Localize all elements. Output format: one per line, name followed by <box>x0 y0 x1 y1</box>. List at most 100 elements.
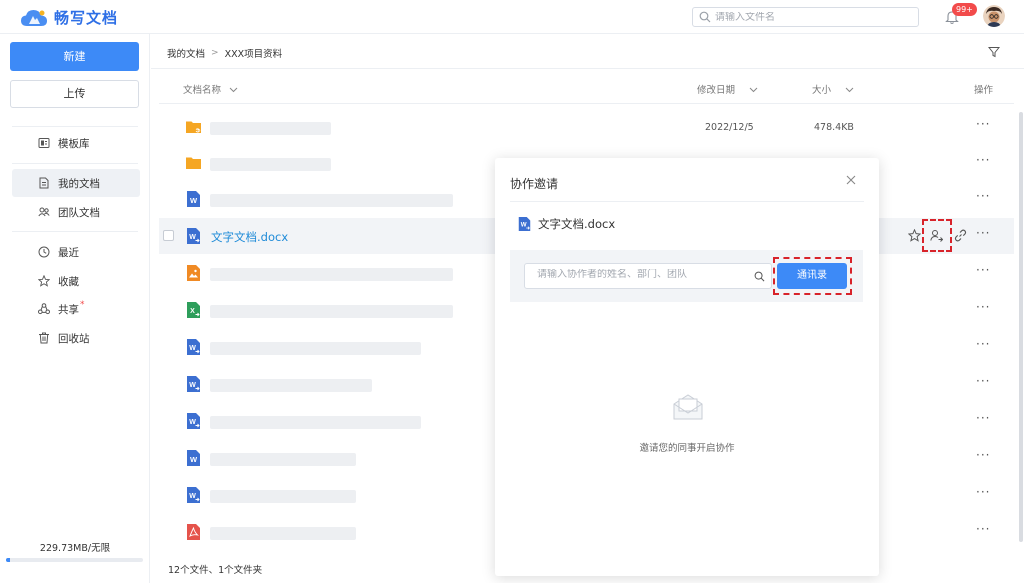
collaboration-invite-dialog: 协作邀请 W 文字文档.docx 通讯录 邀请您的同事开启协作 <box>495 158 879 576</box>
share-icon <box>38 303 50 315</box>
sidebar-item-label: 我的文档 <box>58 177 100 190</box>
sidebar-item-recent[interactable]: 最近 <box>12 238 140 266</box>
file-name-placeholder <box>210 527 356 540</box>
column-header-size[interactable]: 大小 <box>812 82 854 96</box>
more-actions-button[interactable]: ··· <box>976 300 990 314</box>
sidebar-item-favorites[interactable]: 收藏 <box>12 267 140 295</box>
collaborator-search-input[interactable] <box>537 269 737 280</box>
file-name-link[interactable]: 文字文档.docx <box>211 229 288 245</box>
envelope-icon <box>673 394 703 420</box>
sidebar-item-label: 共享 <box>58 303 79 316</box>
file-name-placeholder <box>210 490 356 503</box>
app-name: 畅写文档 <box>54 9 119 27</box>
collaborator-search-box[interactable] <box>524 263 772 289</box>
image-file-icon <box>187 265 200 281</box>
excel-file-shared-icon: X <box>187 302 200 318</box>
header-divider <box>151 68 1024 69</box>
sidebar-divider <box>12 231 138 232</box>
invite-file-name: 文字文档.docx <box>538 217 616 231</box>
word-file-shared-icon: W <box>187 376 200 392</box>
more-actions-button[interactable]: ··· <box>976 337 990 351</box>
word-file-shared-icon: W <box>187 413 200 429</box>
column-header-name[interactable]: 文档名称 <box>183 82 238 96</box>
more-actions-button[interactable]: ··· <box>976 522 990 536</box>
upload-button[interactable]: 上传 <box>10 80 139 108</box>
file-size: 478.4KB <box>814 122 854 133</box>
more-actions-button[interactable]: ··· <box>976 263 990 277</box>
sidebar-item-shared[interactable]: 共享 * <box>12 295 140 323</box>
file-count-summary: 12个文件、1个文件夹 <box>168 565 263 576</box>
link-icon[interactable] <box>954 229 967 242</box>
star-icon[interactable] <box>908 229 921 242</box>
more-actions-button[interactable]: ··· <box>976 189 990 203</box>
word-file-icon: W <box>187 450 200 466</box>
more-actions-button[interactable]: ··· <box>976 448 990 462</box>
breadcrumb-item-current: XXX项目资料 <box>224 49 283 60</box>
new-button[interactable]: 新建 <box>10 42 139 71</box>
team-icon <box>38 207 50 217</box>
avatar[interactable] <box>983 5 1005 27</box>
column-header-label: 操作 <box>974 85 994 96</box>
more-actions-button[interactable]: ··· <box>976 117 990 131</box>
chevron-down-icon <box>749 87 758 92</box>
word-file-icon: W <box>187 191 200 207</box>
sidebar-item-label: 回收站 <box>58 332 90 345</box>
breadcrumb-item-my-docs[interactable]: 我的文档 <box>167 46 205 60</box>
sidebar: 新建 上传 模板库 我的文档 团队文档 最近 收藏 共享 * 回收站 229.7… <box>0 34 150 583</box>
sidebar-divider <box>12 163 138 164</box>
file-name-placeholder <box>210 453 356 466</box>
pdf-file-icon <box>187 524 200 540</box>
notification-badge: 99+ <box>952 3 977 16</box>
svg-text:W: W <box>190 196 198 205</box>
dialog-divider <box>510 201 864 202</box>
more-actions-button[interactable]: ··· <box>976 226 990 240</box>
cloud-logo-icon <box>21 9 47 26</box>
svg-text:W: W <box>189 234 196 241</box>
new-indicator: * <box>80 300 85 310</box>
scrollbar[interactable] <box>1019 112 1023 542</box>
dialog-title: 协作邀请 <box>510 177 559 191</box>
search-icon[interactable] <box>754 271 765 282</box>
top-bar: 畅写文档 99+ <box>0 0 1024 34</box>
star-icon <box>38 275 50 287</box>
search-input[interactable] <box>715 11 905 23</box>
sidebar-item-templates[interactable]: 模板库 <box>12 129 140 157</box>
close-icon[interactable] <box>845 174 857 186</box>
sidebar-item-my-docs[interactable]: 我的文档 <box>12 169 140 197</box>
template-icon <box>38 138 50 148</box>
svg-text:W: W <box>189 419 196 426</box>
svg-text:W: W <box>189 382 196 389</box>
column-header-actions: 操作 <box>974 82 993 96</box>
invite-target-file: W 文字文档.docx <box>517 216 615 232</box>
more-actions-button[interactable]: ··· <box>976 485 990 499</box>
file-name-placeholder <box>210 416 421 429</box>
trash-icon <box>39 332 49 344</box>
column-header-modified[interactable]: 修改日期 <box>697 82 758 96</box>
column-header-label: 文档名称 <box>183 85 222 96</box>
sidebar-item-trash[interactable]: 回收站 <box>12 324 140 352</box>
more-actions-button[interactable]: ··· <box>976 153 990 167</box>
sidebar-item-label: 团队文档 <box>58 206 100 219</box>
search-box[interactable] <box>692 7 919 27</box>
avatar-image <box>983 5 1005 27</box>
contacts-button-highlight <box>773 257 852 295</box>
more-actions-button[interactable]: ··· <box>976 374 990 388</box>
breadcrumb: 我的文档 > XXX项目资料 <box>167 46 282 60</box>
file-name-placeholder <box>210 305 453 318</box>
document-icon <box>39 177 49 189</box>
modified-date: 2022/12/5 <box>705 122 754 133</box>
svg-text:X: X <box>190 308 195 315</box>
app-logo[interactable]: 畅写文档 <box>20 7 118 28</box>
empty-state-text: 邀请您的同事开启协作 <box>639 443 735 454</box>
folder-icon <box>186 157 201 169</box>
table-row[interactable]: 2022/12/5 478.4KB ··· <box>159 109 1014 145</box>
filter-icon[interactable] <box>988 46 1000 58</box>
more-actions-button[interactable]: ··· <box>976 411 990 425</box>
file-name-placeholder <box>210 342 421 355</box>
shared-folder-icon <box>186 121 201 133</box>
column-header-label: 修改日期 <box>697 85 736 96</box>
breadcrumb-separator: > <box>211 48 219 58</box>
file-name-placeholder <box>210 194 453 207</box>
row-checkbox[interactable] <box>163 230 174 241</box>
sidebar-item-team-docs[interactable]: 团队文档 <box>12 198 140 226</box>
